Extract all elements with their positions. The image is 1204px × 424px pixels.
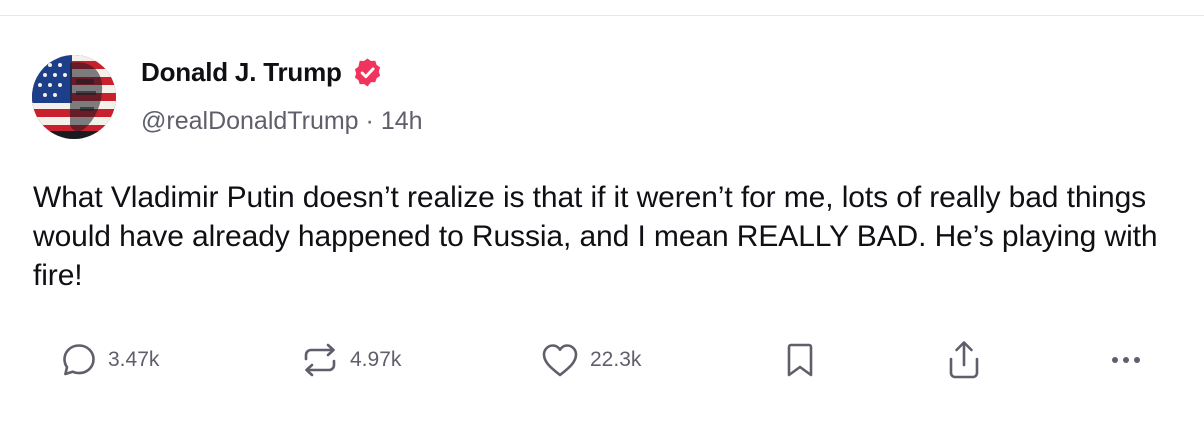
heart-icon bbox=[542, 344, 578, 377]
action-bar: 3.47k 4.97k 22.3k bbox=[0, 338, 1204, 382]
reply-button[interactable]: 3.47k bbox=[60, 338, 159, 382]
share-upload-icon bbox=[949, 341, 979, 379]
author-handle[interactable]: @realDonaldTrump bbox=[141, 107, 359, 136]
more-options-button[interactable] bbox=[1108, 338, 1148, 382]
repost-arrows-icon bbox=[304, 343, 336, 377]
bookmark-icon bbox=[787, 343, 813, 377]
post-card: Donald J. Trump @realDonaldTrump · 14h W… bbox=[0, 0, 1204, 424]
like-button[interactable]: 22.3k bbox=[540, 338, 641, 382]
top-divider bbox=[0, 15, 1204, 16]
share-button[interactable] bbox=[944, 338, 984, 382]
author-meta-row: @realDonaldTrump · 14h bbox=[141, 107, 423, 136]
ellipsis-icon bbox=[1112, 357, 1140, 363]
avatar-image bbox=[32, 55, 116, 139]
bookmark-button[interactable] bbox=[782, 338, 818, 382]
like-count: 22.3k bbox=[590, 348, 642, 371]
post-timestamp[interactable]: 14h bbox=[381, 107, 423, 136]
meta-separator: · bbox=[358, 107, 381, 135]
repost-button[interactable]: 4.97k bbox=[300, 338, 401, 382]
repost-count: 4.97k bbox=[350, 348, 402, 371]
speech-bubble-icon bbox=[63, 344, 95, 376]
author-display-name[interactable]: Donald J. Trump bbox=[141, 57, 342, 88]
author-name-row: Donald J. Trump bbox=[141, 57, 383, 88]
verified-badge-icon bbox=[354, 58, 380, 87]
reply-count: 3.47k bbox=[108, 348, 160, 371]
avatar[interactable] bbox=[32, 55, 116, 139]
post-text: What Vladimir Putin doesn’t realize is t… bbox=[33, 181, 1158, 292]
